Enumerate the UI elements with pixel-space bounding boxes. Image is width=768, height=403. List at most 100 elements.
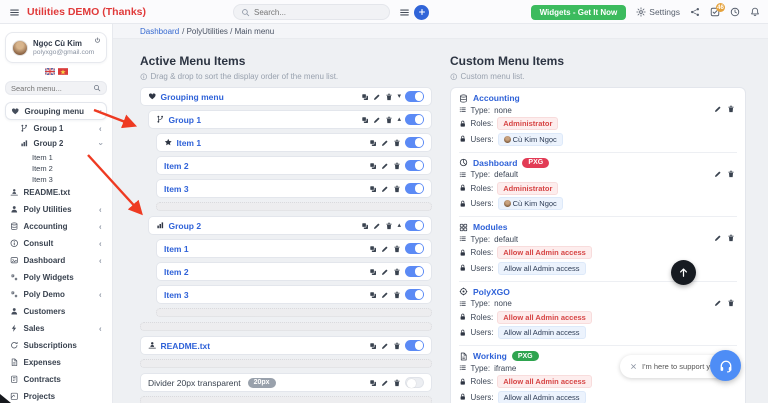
trash-icon[interactable] (393, 268, 401, 276)
edit-pencil-icon[interactable] (381, 245, 389, 253)
trash-icon[interactable] (393, 245, 401, 253)
active-row-grouping-menu[interactable]: Grouping menu ▾ (140, 87, 432, 106)
sidebar-item-poly-demo[interactable]: Poly Demo › (5, 287, 107, 302)
row-label-link[interactable]: Item 3 (164, 184, 189, 194)
duplicate-icon[interactable] (369, 268, 377, 276)
add-button[interactable] (414, 5, 429, 20)
brand-title[interactable]: Utilities DEMO (Thanks) (27, 6, 146, 18)
sidebar-item-group-2[interactable]: Group 2 › (5, 137, 107, 150)
sidebar-item-projects[interactable]: Projects (5, 389, 107, 403)
edit-pencil-icon[interactable] (381, 162, 389, 170)
duplicate-icon[interactable] (369, 245, 377, 253)
enabled-toggle[interactable] (405, 220, 424, 231)
roles-badge[interactable]: Allow all Admin access (497, 311, 592, 324)
enabled-toggle[interactable] (405, 377, 424, 388)
trash-icon[interactable] (393, 379, 401, 387)
trash-icon[interactable] (385, 116, 393, 124)
edit-pencil-icon[interactable] (373, 93, 381, 101)
share-icon[interactable] (690, 7, 700, 17)
sidebar-item-customers[interactable]: Customers (5, 304, 107, 319)
custom-entry-link[interactable]: Accounting (473, 93, 520, 103)
active-row-g1-item-1[interactable]: Item 1 (156, 133, 432, 152)
tasks-button[interactable]: 46 (710, 7, 720, 17)
drop-placeholder[interactable] (140, 359, 432, 368)
duplicate-icon[interactable] (369, 139, 377, 147)
trash-icon[interactable] (393, 291, 401, 299)
sidebar-item-sales[interactable]: Sales › (5, 321, 107, 336)
uk-flag-icon[interactable] (45, 68, 55, 75)
scroll-to-top-button[interactable] (671, 260, 696, 285)
global-search-input[interactable] (254, 8, 382, 17)
sidebar-search[interactable] (5, 81, 107, 95)
enabled-toggle[interactable] (405, 266, 424, 277)
trash-icon[interactable] (393, 342, 401, 350)
enabled-toggle[interactable] (405, 340, 424, 351)
duplicate-icon[interactable] (369, 342, 377, 350)
sidebar-item-contracts[interactable]: Contracts (5, 372, 107, 387)
logout-power-icon[interactable] (94, 37, 101, 44)
users-badge[interactable]: Allow all Admin access (498, 262, 586, 275)
menu-toggle-icon[interactable] (399, 7, 410, 18)
edit-pencil-icon[interactable] (381, 379, 389, 387)
sidebar-item-accounting[interactable]: Accounting › (5, 219, 107, 234)
enabled-toggle[interactable] (405, 160, 424, 171)
settings-button[interactable]: Settings (636, 7, 680, 17)
edit-pencil-icon[interactable] (381, 185, 389, 193)
row-label-link[interactable]: Item 2 (164, 161, 189, 171)
user-card[interactable]: Ngọc Cù Kim polyxgo@gmail.com (5, 32, 107, 63)
edit-pencil-icon[interactable] (381, 139, 389, 147)
row-label-link[interactable]: Item 2 (164, 267, 189, 277)
bell-icon[interactable] (750, 7, 760, 17)
row-label-link[interactable]: Item 1 (177, 138, 202, 148)
row-label-link[interactable]: Item 3 (164, 290, 189, 300)
users-badge[interactable]: Cù Kim Ngọc (498, 197, 563, 210)
drop-placeholder[interactable] (156, 202, 432, 211)
enabled-toggle[interactable] (405, 137, 424, 148)
sidebar-item-item-3[interactable]: Item 3 (5, 174, 107, 184)
sidebar-item-poly-utilities[interactable]: Poly Utilities › (5, 202, 107, 217)
drop-placeholder[interactable] (156, 308, 432, 317)
active-row-g1-item-2[interactable]: Item 2 (156, 156, 432, 175)
row-label-link[interactable]: Group 1 (169, 115, 202, 125)
edit-pencil-icon[interactable] (714, 299, 722, 307)
trash-icon[interactable] (727, 170, 735, 178)
users-badge[interactable]: Allow all Admin access (498, 326, 586, 339)
trash-icon[interactable] (727, 105, 735, 113)
row-label-link[interactable]: Group 2 (169, 221, 202, 231)
enabled-toggle[interactable] (405, 183, 424, 194)
trash-icon[interactable] (393, 162, 401, 170)
users-badge[interactable]: Allow all Admin access (498, 391, 586, 403)
sidebar-item-item-2[interactable]: Item 2 (5, 163, 107, 173)
trash-icon[interactable] (393, 139, 401, 147)
roles-badge[interactable]: Allow all Admin access (497, 246, 592, 259)
breadcrumb-dashboard-link[interactable]: Dashboard (140, 27, 179, 38)
roles-badge[interactable]: Administrator (497, 182, 558, 195)
edit-pencil-icon[interactable] (714, 234, 722, 242)
active-row-g2-item-3[interactable]: Item 3 (156, 285, 432, 304)
drop-placeholder[interactable] (140, 396, 432, 403)
trash-icon[interactable] (385, 93, 393, 101)
enabled-toggle[interactable] (405, 114, 424, 125)
active-row-g2-item-1[interactable]: Item 1 (156, 239, 432, 258)
custom-entry-link[interactable]: PolyXGO (473, 287, 510, 297)
row-label-link[interactable]: README.txt (161, 341, 211, 351)
duplicate-icon[interactable] (361, 116, 369, 124)
active-row-group-2[interactable]: Group 2 ▴ (148, 216, 432, 235)
enabled-toggle[interactable] (405, 243, 424, 254)
drop-placeholder[interactable] (140, 322, 432, 331)
edit-pencil-icon[interactable] (714, 170, 722, 178)
active-row-g1-item-3[interactable]: Item 3 (156, 179, 432, 198)
sidebar-item-grouping-menu[interactable]: Grouping menu › (5, 102, 107, 120)
edit-pencil-icon[interactable] (381, 291, 389, 299)
custom-entry-link[interactable]: Working (473, 351, 507, 361)
roles-badge[interactable]: Allow all Admin access (497, 375, 592, 388)
duplicate-icon[interactable] (369, 185, 377, 193)
edit-pencil-icon[interactable] (373, 222, 381, 230)
active-row-divider[interactable]: Divider 20px transparent 20px (140, 373, 432, 392)
duplicate-icon[interactable] (361, 222, 369, 230)
trash-icon[interactable] (393, 185, 401, 193)
duplicate-icon[interactable] (369, 291, 377, 299)
sidebar-item-dashboard[interactable]: Dashboard › (5, 253, 107, 268)
collapse-caret-icon[interactable]: ▴ (397, 116, 401, 123)
active-row-g2-item-2[interactable]: Item 2 (156, 262, 432, 281)
